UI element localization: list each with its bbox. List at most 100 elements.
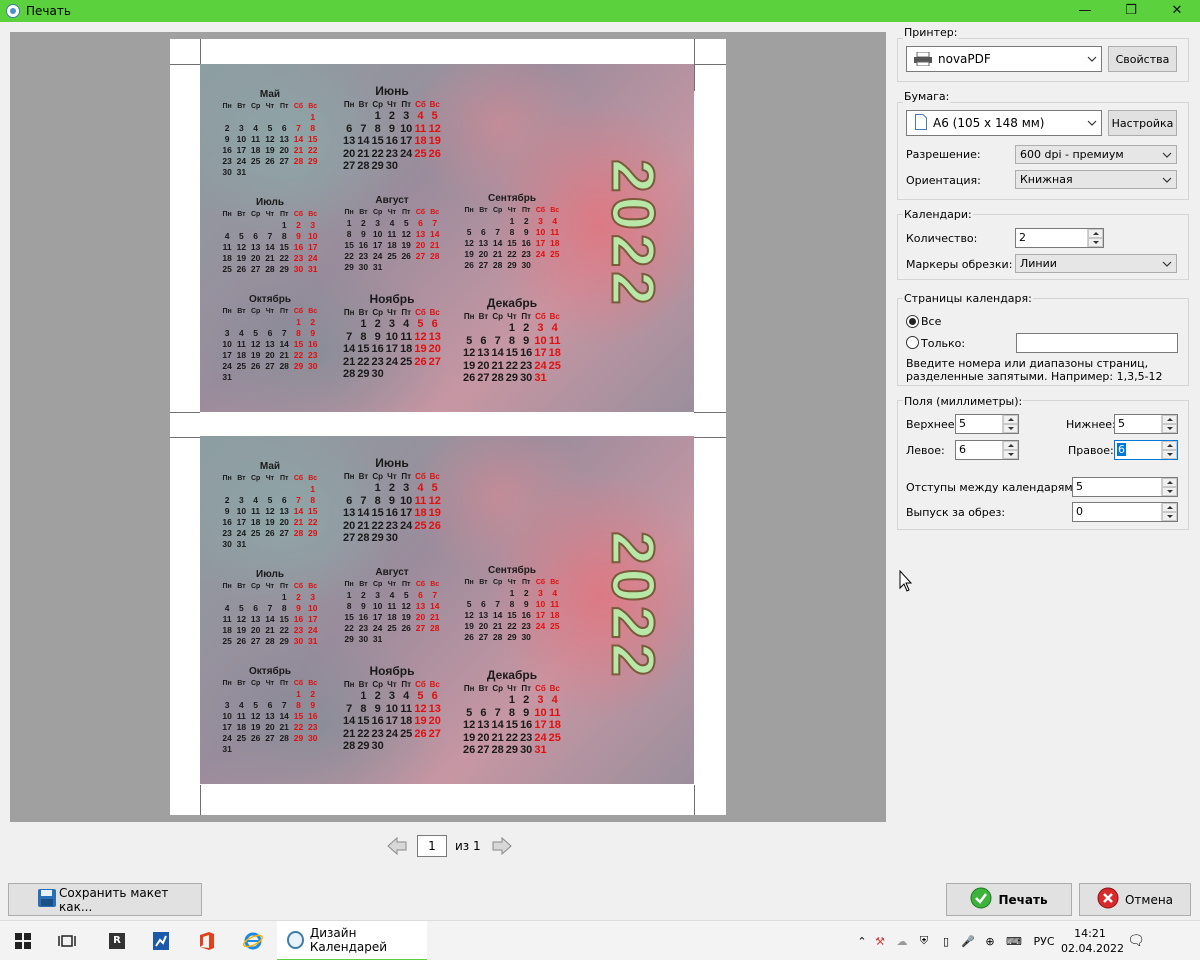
day-cell: 30: [358, 634, 369, 644]
spin-up-icon[interactable]: [1162, 441, 1177, 450]
day-cell: [428, 368, 442, 381]
day-cell: 18: [414, 507, 427, 519]
spin-down-icon[interactable]: [1162, 487, 1177, 496]
close-button[interactable]: ✕: [1154, 0, 1200, 22]
count-stepper[interactable]: 2: [1015, 228, 1104, 248]
day-cell: 8: [509, 599, 515, 609]
day-cell: 7: [346, 330, 353, 343]
orientation-select[interactable]: Книжная: [1015, 170, 1177, 189]
week-row: 13 14 15 16 17 18 19: [342, 507, 442, 520]
windows-start-icon[interactable]: [6, 921, 40, 960]
clock[interactable]: 14:21 02.04.2022: [1061, 926, 1124, 956]
day-cell: 2: [224, 495, 230, 505]
app-chart-icon[interactable]: [144, 921, 178, 960]
weekday-label: Вт: [237, 475, 246, 482]
weekday-label: Вс: [429, 680, 440, 689]
spin-down-icon[interactable]: [1162, 424, 1177, 433]
spin-up-icon[interactable]: [1162, 415, 1177, 424]
cancel-button[interactable]: Отмена: [1079, 883, 1191, 916]
resolution-label: Разрешение:: [906, 148, 981, 161]
spin-down-icon[interactable]: [1003, 424, 1018, 433]
gap-stepper[interactable]: 5: [1072, 477, 1178, 497]
printer-select[interactable]: novaPDF: [906, 46, 1102, 72]
top-margin-stepper[interactable]: 5: [955, 414, 1019, 434]
minimize-button[interactable]: —: [1062, 0, 1108, 22]
day-cell: 16: [521, 610, 531, 620]
day-cell: 9: [523, 706, 530, 719]
day-cell: 11: [387, 601, 397, 611]
bottom-margin-stepper[interactable]: 5: [1114, 414, 1178, 434]
spin-down-icon[interactable]: [1162, 512, 1177, 521]
printer-properties-button[interactable]: Свойства: [1108, 46, 1177, 72]
day-cell: 5: [466, 227, 472, 237]
day-cell: [399, 160, 413, 173]
day-cell: 19: [401, 612, 411, 622]
paper-setup-button[interactable]: Настройка: [1108, 110, 1177, 136]
taskbar-active-app[interactable]: Дизайн Календарей: [277, 921, 427, 960]
weekday-label: Пт: [279, 583, 289, 590]
tablet-icon[interactable]: ▯: [935, 935, 957, 948]
day-cell: 10: [535, 599, 546, 609]
next-page-arrow-icon[interactable]: [491, 835, 513, 857]
day-cell: [277, 744, 291, 755]
all-pages-radio[interactable]: [906, 315, 919, 328]
spin-up-icon[interactable]: [1003, 441, 1018, 450]
cloud-icon[interactable]: ☁: [891, 935, 913, 948]
save-layout-button[interactable]: Сохранить макет как...: [8, 883, 202, 916]
weekday-label: Вс: [308, 308, 318, 315]
bleed-stepper[interactable]: 0: [1072, 502, 1178, 522]
spin-up-icon[interactable]: [1162, 503, 1177, 512]
crop-markers-select[interactable]: Линии: [1015, 254, 1177, 273]
week-row: 19 20 21 22 23 24 25: [462, 360, 562, 373]
day-cell: 7: [432, 218, 438, 228]
microphone-icon[interactable]: 🎤: [957, 935, 979, 948]
spin-up-icon[interactable]: [1162, 478, 1177, 487]
spin-up-icon[interactable]: [1088, 229, 1103, 238]
restore-button[interactable]: ❐: [1108, 0, 1154, 22]
weekday-label: Пт: [401, 472, 412, 481]
spin-down-icon[interactable]: [1162, 450, 1177, 459]
prev-page-arrow-icon[interactable]: [386, 835, 408, 857]
weekday-label: Вт: [479, 207, 488, 214]
internet-explorer-icon[interactable]: [236, 921, 270, 960]
page-number-input[interactable]: 1: [417, 835, 447, 857]
weekday-label: Пт: [401, 581, 411, 588]
globe-icon[interactable]: ⊕: [979, 935, 1001, 948]
resolution-select[interactable]: 600 dpi - премиум: [1015, 145, 1177, 164]
left-margin-stepper[interactable]: 6: [955, 440, 1019, 460]
day-cell: 11: [548, 334, 561, 347]
day-cell: 6: [481, 599, 486, 609]
shield-icon[interactable]: ⛨: [913, 934, 935, 948]
only-pages-radio[interactable]: [906, 336, 919, 349]
floppy-disk-icon: [37, 888, 57, 911]
day-cell: 3: [239, 495, 244, 505]
task-view-icon[interactable]: [50, 921, 84, 960]
spin-down-icon[interactable]: [1003, 450, 1018, 459]
keyboard-icon[interactable]: ⌨: [1001, 935, 1027, 948]
day-cell: 8: [360, 702, 367, 715]
office-icon[interactable]: [190, 921, 224, 960]
network-tray-icon[interactable]: ⚒: [869, 935, 891, 948]
app-r-icon[interactable]: R: [100, 921, 134, 960]
day-cell: 12: [428, 122, 441, 135]
notification-icon[interactable]: 🗨: [1119, 933, 1153, 949]
day-cell: 18: [387, 612, 397, 622]
weekday-label: Чт: [265, 583, 275, 590]
only-pages-input[interactable]: [1016, 333, 1178, 353]
spin-down-icon[interactable]: [1088, 238, 1103, 247]
day-cell: 1: [346, 218, 352, 228]
day-cell: 25: [236, 361, 247, 371]
right-margin-stepper[interactable]: 6: [1114, 440, 1178, 460]
print-button[interactable]: Печать: [946, 883, 1072, 916]
day-cell: 1: [310, 112, 316, 122]
spin-up-icon[interactable]: [1003, 415, 1018, 424]
language-indicator[interactable]: РУС: [1027, 935, 1061, 948]
paper-size-select[interactable]: A6 (105 x 148 мм): [906, 110, 1102, 136]
week-row: 23 24 25 26 27 28 29: [220, 156, 320, 167]
day-cell: 29: [357, 740, 370, 752]
month-block: Сентябрь Пн Вт Ср Чт Пт Сб Вс 1 2 3 4 5 6 7 8 9 10 11 12 13 1…: [462, 192, 562, 271]
day-cell: 19: [464, 249, 474, 259]
chevron-up-icon[interactable]: ⌃: [855, 935, 869, 948]
bleed-label: Выпуск за обрез:: [906, 506, 1006, 519]
week-row: 1234: [462, 694, 562, 707]
